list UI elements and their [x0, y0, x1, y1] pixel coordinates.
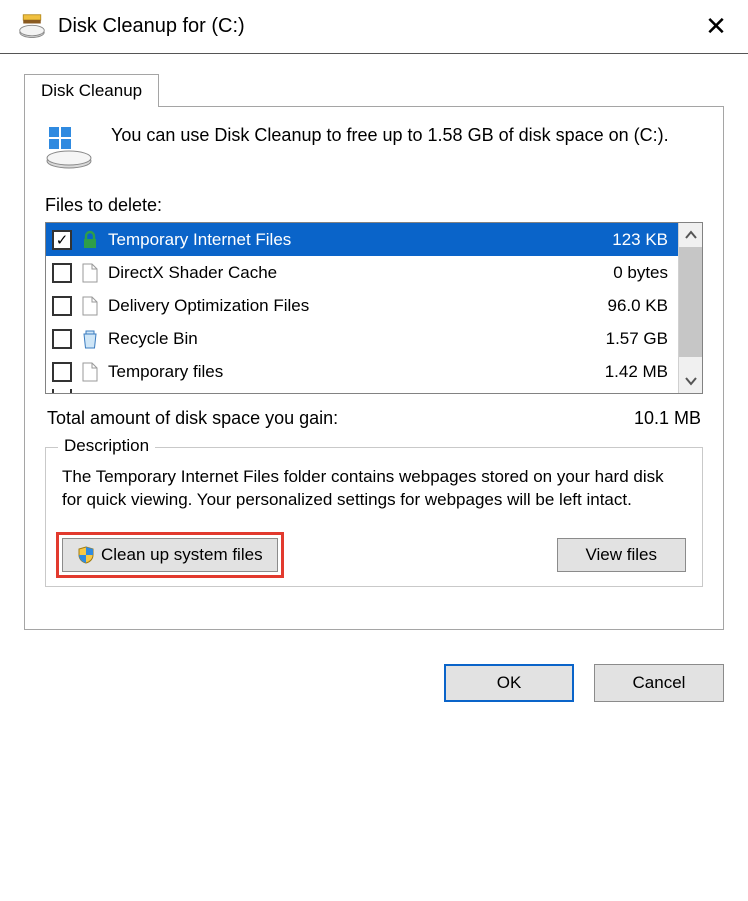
file-icon — [80, 294, 100, 318]
item-size: 1.42 MB — [582, 362, 672, 382]
clean-system-files-label: Clean up system files — [101, 545, 263, 565]
tab-strip: Disk Cleanup — [24, 74, 724, 106]
description-group-title: Description — [58, 436, 155, 456]
item-size: 1.57 GB — [582, 329, 672, 349]
list-rows: ✓ Temporary Internet Files 123 KB Direct… — [46, 223, 678, 393]
list-item[interactable]: Delivery Optimization Files 96.0 KB — [46, 289, 678, 322]
list-item[interactable]: Recycle Bin 1.57 GB — [46, 322, 678, 355]
scrollbar[interactable] — [678, 223, 702, 393]
disk-cleanup-icon — [18, 13, 46, 41]
file-icon — [80, 360, 100, 384]
list-item[interactable]: ✓ Temporary Internet Files 123 KB — [46, 223, 678, 256]
close-button[interactable]: ✕ — [696, 11, 736, 42]
scroll-down-button[interactable] — [679, 369, 702, 393]
list-item[interactable]: DirectX Shader Cache 0 bytes — [46, 256, 678, 289]
scroll-thumb[interactable] — [679, 247, 702, 357]
lock-icon — [80, 228, 100, 252]
file-icon — [80, 261, 100, 285]
item-name: Temporary files — [108, 362, 574, 382]
total-row: Total amount of disk space you gain: 10.… — [47, 408, 701, 429]
dialog-content: Disk Cleanup You can use Disk Cleanup to… — [0, 54, 748, 646]
item-size: 123 KB — [582, 230, 672, 250]
tab-disk-cleanup[interactable]: Disk Cleanup — [24, 74, 159, 107]
item-name: Delivery Optimization Files — [108, 296, 574, 316]
checkbox — [52, 389, 72, 394]
checkbox[interactable] — [52, 329, 72, 349]
view-files-label: View files — [586, 545, 658, 565]
dialog-button-row: OK Cancel — [0, 646, 748, 720]
item-size: 0 bytes — [582, 263, 672, 283]
shield-icon — [77, 546, 95, 564]
description-group: Description The Temporary Internet Files… — [45, 447, 703, 587]
window-title: Disk Cleanup for (C:) — [58, 15, 696, 38]
files-listbox: ✓ Temporary Internet Files 123 KB Direct… — [45, 222, 703, 394]
recycle-bin-icon — [80, 327, 100, 351]
description-text: The Temporary Internet Files folder cont… — [62, 466, 686, 512]
checkbox[interactable] — [52, 362, 72, 382]
total-value: 10.1 MB — [634, 408, 701, 429]
checkbox[interactable]: ✓ — [52, 230, 72, 250]
checkbox[interactable] — [52, 296, 72, 316]
total-label: Total amount of disk space you gain: — [47, 408, 338, 429]
scroll-track[interactable] — [679, 357, 702, 369]
item-name: DirectX Shader Cache — [108, 263, 574, 283]
cancel-button[interactable]: Cancel — [594, 664, 724, 702]
scroll-up-button[interactable] — [679, 223, 702, 247]
intro-row: You can use Disk Cleanup to free up to 1… — [45, 123, 703, 171]
checkbox[interactable] — [52, 263, 72, 283]
list-item-partial — [46, 388, 678, 393]
item-name: Temporary Internet Files — [108, 230, 574, 250]
item-size: 96.0 KB — [582, 296, 672, 316]
drive-icon — [45, 123, 93, 171]
item-name: Recycle Bin — [108, 329, 574, 349]
files-to-delete-label: Files to delete: — [45, 195, 703, 216]
list-item[interactable]: Temporary files 1.42 MB — [46, 355, 678, 388]
titlebar: Disk Cleanup for (C:) ✕ — [0, 0, 748, 54]
tab-panel: You can use Disk Cleanup to free up to 1… — [24, 106, 724, 630]
clean-system-files-button[interactable]: Clean up system files — [62, 538, 278, 572]
intro-text: You can use Disk Cleanup to free up to 1… — [111, 123, 669, 147]
ok-button[interactable]: OK — [444, 664, 574, 702]
view-files-button[interactable]: View files — [557, 538, 687, 572]
